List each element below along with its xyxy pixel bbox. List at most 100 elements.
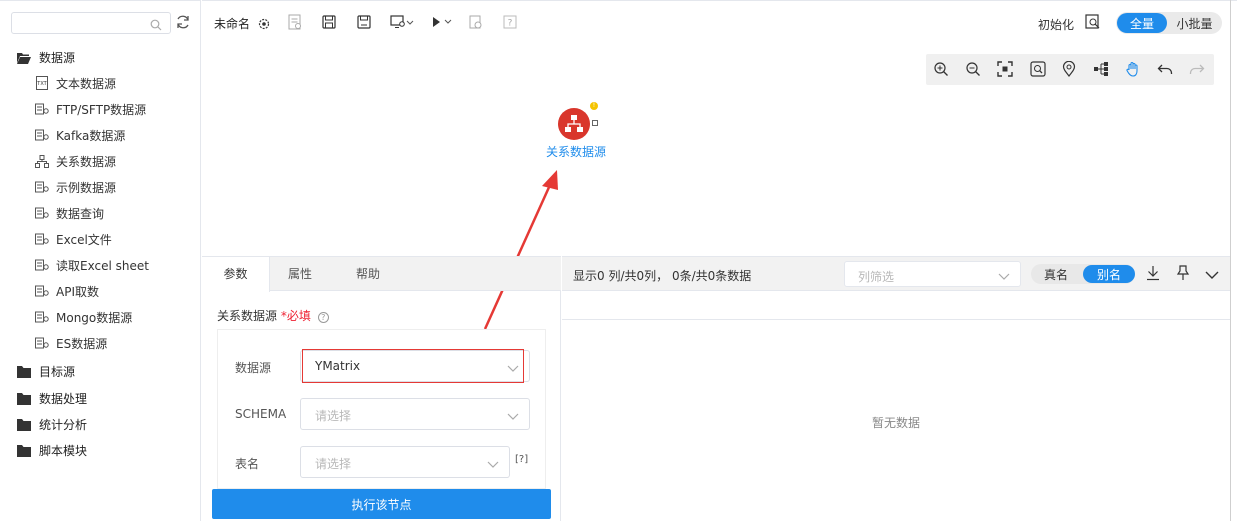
- help-icon[interactable]: ?: [503, 14, 517, 29]
- undo-icon[interactable]: [1157, 61, 1173, 77]
- tree-group-label: 统计分析: [39, 417, 88, 432]
- tree-item-label: 文本数据源: [56, 76, 117, 91]
- sidebar: 数据源 TXT 文本数据源 FTP/SFTP数据源 Kafka数据源 关系数据源…: [0, 0, 201, 521]
- tree-item-excel-sheet[interactable]: 读取Excel sheet: [35, 255, 149, 275]
- tab-params[interactable]: 参数: [202, 257, 270, 292]
- collapse-chevron-icon[interactable]: [1205, 267, 1219, 281]
- real-name-button[interactable]: 真名: [1031, 266, 1081, 283]
- tree-item-ftp-datasource[interactable]: FTP/SFTP数据源: [35, 99, 146, 119]
- init-label[interactable]: 初始化: [1038, 16, 1074, 33]
- settings-gear-icon[interactable]: [258, 16, 270, 30]
- tree-group-label: 目标源: [39, 364, 76, 379]
- mode-small-batch-button[interactable]: 小批量: [1167, 15, 1222, 32]
- redo-icon[interactable]: [1189, 61, 1205, 77]
- node-warning-badge: !: [590, 102, 598, 110]
- section-title-text: 关系数据源: [217, 309, 278, 323]
- column-filter-placeholder: 列筛选: [858, 270, 895, 284]
- database-link-icon: [35, 129, 49, 141]
- run-node-button[interactable]: 执行该节点: [212, 489, 551, 519]
- run-icon[interactable]: [431, 14, 455, 29]
- download-icon[interactable]: [1146, 265, 1160, 281]
- tree-item-relational-datasource[interactable]: 关系数据源: [35, 151, 116, 171]
- pin-icon[interactable]: [1176, 265, 1190, 281]
- tree-layout-icon[interactable]: [1093, 61, 1109, 77]
- tree-item-sample-datasource[interactable]: 示例数据源: [35, 177, 116, 197]
- table-select[interactable]: 请选择: [300, 446, 510, 478]
- tree-group-processing[interactable]: 数据处理: [17, 388, 87, 408]
- mode-full-button[interactable]: 全量: [1117, 13, 1167, 33]
- tree-item-label: Kafka数据源: [56, 128, 126, 143]
- tree-group-script[interactable]: 脚本模块: [17, 440, 87, 460]
- tree-group-target[interactable]: 目标源: [17, 361, 75, 381]
- name-mode-toggle[interactable]: 真名 别名: [1031, 264, 1135, 284]
- tree-item-label: API取数: [56, 284, 99, 299]
- database-link-icon: [35, 181, 49, 193]
- search-icon[interactable]: [150, 17, 162, 31]
- window-right-edge: [1230, 0, 1231, 521]
- chevron-down-icon: [507, 408, 519, 422]
- location-icon[interactable]: [1062, 61, 1076, 77]
- flow-canvas[interactable]: ! 关系数据源: [202, 44, 1231, 330]
- tree-item-text-datasource[interactable]: TXT 文本数据源: [35, 73, 116, 93]
- chevron-down-icon: [507, 360, 519, 374]
- folder-icon: [17, 391, 31, 405]
- document-icon[interactable]: [288, 14, 302, 30]
- tab-properties[interactable]: 属性: [270, 257, 330, 291]
- relational-datasource-node[interactable]: [558, 108, 590, 140]
- datasource-select[interactable]: YMatrix: [300, 350, 530, 382]
- tree-group-datasource[interactable]: 数据源: [17, 47, 75, 67]
- tree-item-mongo-datasource[interactable]: Mongo数据源: [35, 307, 132, 327]
- schema-placeholder: 请选择: [315, 409, 352, 423]
- zoom-out-icon[interactable]: [965, 61, 981, 77]
- tree-item-label: 示例数据源: [56, 180, 117, 195]
- top-toolbar: 未命名 ? 初始化 全量 小批量: [202, 0, 1237, 44]
- save-icon[interactable]: [322, 14, 336, 29]
- txt-file-icon: TXT: [35, 76, 49, 90]
- alias-name-button[interactable]: 别名: [1083, 265, 1135, 283]
- tree-group-statistics[interactable]: 统计分析: [17, 414, 87, 434]
- table-label: 表名: [235, 457, 260, 471]
- schema-label: SCHEMA: [235, 407, 287, 421]
- save-as-icon[interactable]: [357, 14, 371, 29]
- refresh-icon[interactable]: [175, 14, 191, 30]
- debug-icon[interactable]: [469, 14, 483, 29]
- required-mark: *必填: [280, 309, 311, 323]
- tab-help[interactable]: 帮助: [338, 257, 398, 291]
- table-help-link[interactable]: [?]: [515, 454, 528, 465]
- monitor-icon[interactable]: [390, 14, 416, 29]
- column-filter-select[interactable]: 列筛选: [844, 261, 1021, 287]
- tree-item-label: Excel文件: [56, 232, 112, 247]
- tree-item-data-query[interactable]: 数据查询: [35, 203, 104, 223]
- node-label[interactable]: 关系数据源: [546, 143, 606, 160]
- tree-item-es-datasource[interactable]: ES数据源: [35, 333, 107, 353]
- init-icon[interactable]: [1085, 14, 1101, 30]
- search-box[interactable]: [11, 12, 171, 34]
- tree-item-label: FTP/SFTP数据源: [56, 102, 147, 117]
- database-link-icon: [35, 285, 49, 297]
- schema-select[interactable]: 请选择: [300, 398, 530, 430]
- zoom-in-icon[interactable]: [933, 61, 949, 77]
- tree-item-excel-file[interactable]: Excel文件: [35, 229, 112, 249]
- hand-pan-icon[interactable]: [1125, 61, 1141, 77]
- document-title[interactable]: 未命名: [214, 15, 250, 32]
- folder-open-icon: [17, 50, 31, 64]
- search-node-icon[interactable]: [1030, 61, 1046, 77]
- search-input[interactable]: [12, 13, 142, 33]
- chevron-down-icon: [998, 268, 1010, 282]
- question-circle-icon[interactable]: ?: [317, 312, 329, 323]
- table-header-divider: [562, 319, 1230, 320]
- tree-item-label: 关系数据源: [56, 154, 117, 169]
- tree-group-label: 数据源: [39, 50, 76, 65]
- tree-item-kafka-datasource[interactable]: Kafka数据源: [35, 125, 125, 145]
- fit-view-icon[interactable]: [997, 61, 1013, 77]
- folder-icon: [17, 443, 31, 457]
- chevron-down-icon: [487, 456, 499, 470]
- database-link-icon: [35, 207, 49, 219]
- node-output-port[interactable]: [592, 120, 598, 126]
- canvas-toolbar: [926, 54, 1214, 85]
- tree-group-label: 数据处理: [39, 391, 88, 406]
- mode-toggle[interactable]: 全量 小批量: [1116, 12, 1222, 34]
- tree-item-api-fetch[interactable]: API取数: [35, 281, 99, 301]
- tree-item-label: 读取Excel sheet: [56, 258, 149, 273]
- section-title: 关系数据源 *必填 ?: [217, 307, 329, 324]
